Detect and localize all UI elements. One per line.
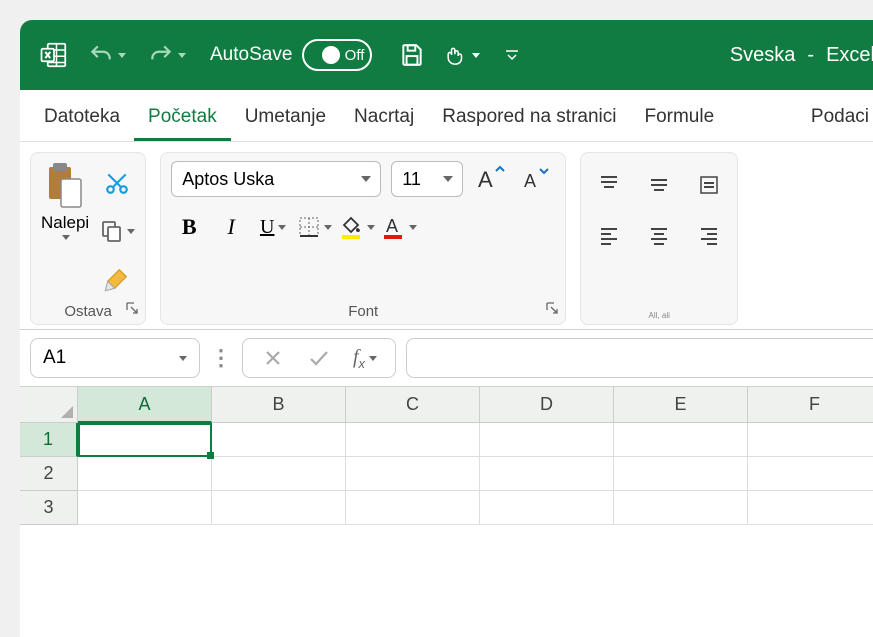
select-all-corner[interactable] (20, 387, 78, 423)
doc-name: Sveska (730, 44, 796, 67)
cell-b1[interactable] (212, 423, 346, 457)
customize-qat-button[interactable] (494, 37, 530, 73)
cell-f2[interactable] (748, 457, 873, 491)
formula-bar-separator: ⋮ (210, 345, 232, 371)
cell-f1[interactable] (748, 423, 873, 457)
formula-input[interactable] (406, 338, 873, 378)
alignment-group-label: All, ali (591, 305, 727, 322)
insert-function-button[interactable]: fx (347, 340, 383, 376)
font-color-button[interactable]: A (381, 209, 417, 245)
copy-button[interactable] (99, 213, 135, 249)
cell-d1[interactable] (480, 423, 614, 457)
name-box-value: A1 (43, 347, 66, 369)
toggle-knob-icon (322, 46, 340, 64)
row-header-3[interactable]: 3 (20, 491, 78, 525)
cell-f3[interactable] (748, 491, 873, 525)
cell-a3[interactable] (78, 491, 212, 525)
formula-bar-buttons: fx (242, 338, 396, 378)
cell-c3[interactable] (346, 491, 480, 525)
format-painter-button[interactable] (99, 261, 135, 297)
title-separator: - (807, 44, 814, 67)
borders-button[interactable] (297, 209, 333, 245)
cell-e2[interactable] (614, 457, 748, 491)
paste-button[interactable]: Nalepi (41, 161, 89, 240)
autosave-state: Off (345, 47, 365, 64)
cut-button[interactable] (99, 165, 135, 201)
col-header-f[interactable]: F (748, 387, 873, 423)
clipboard-dialog-launcher[interactable] (125, 301, 139, 320)
enter-formula-button[interactable] (301, 340, 337, 376)
ribbon: Nalepi Ostava (20, 142, 873, 330)
cancel-formula-button[interactable] (255, 340, 291, 376)
cell-b2[interactable] (212, 457, 346, 491)
touch-mode-button[interactable] (444, 37, 480, 73)
clipboard-group-label: Ostava (41, 297, 135, 322)
cell-c2[interactable] (346, 457, 480, 491)
increase-font-button[interactable]: A (473, 161, 509, 197)
tab-raspored[interactable]: Raspored na stranici (428, 94, 630, 141)
autosave-label: AutoSave (210, 44, 292, 66)
autosave-toggle[interactable]: AutoSave Off (210, 39, 372, 71)
cell-e1[interactable] (614, 423, 748, 457)
bold-button[interactable]: B (171, 209, 207, 245)
col-header-b[interactable]: B (212, 387, 346, 423)
save-button[interactable] (394, 37, 430, 73)
group-font: A A B I U (160, 152, 566, 325)
fill-color-button[interactable] (339, 209, 375, 245)
col-header-a[interactable]: A (78, 387, 212, 423)
titlebar: AutoSave Off Sveska - Excel (20, 20, 873, 90)
col-header-d[interactable]: D (480, 387, 614, 423)
tab-datoteka[interactable]: Datoteka (30, 94, 134, 141)
undo-button[interactable] (84, 38, 130, 72)
cell-e3[interactable] (614, 491, 748, 525)
svg-text:A: A (524, 171, 536, 191)
align-bottom-button[interactable] (691, 167, 727, 203)
tab-formule[interactable]: Formule (630, 94, 728, 141)
svg-text:A: A (478, 167, 493, 192)
cell-d3[interactable] (480, 491, 614, 525)
font-name-input[interactable] (171, 161, 381, 197)
align-middle-button[interactable] (641, 167, 677, 203)
cell-a2[interactable] (78, 457, 212, 491)
tab-podaci[interactable]: Podaci (797, 94, 873, 141)
font-name-select[interactable] (171, 161, 381, 197)
row-header-1[interactable]: 1 (20, 423, 78, 457)
column-headers: A B C D E F (78, 387, 873, 423)
cell-c1[interactable] (346, 423, 480, 457)
underline-button[interactable]: U (255, 209, 291, 245)
decrease-font-button[interactable]: A (519, 161, 555, 197)
align-left-button[interactable] (591, 217, 627, 253)
document-title: Sveska - Excel (730, 44, 873, 67)
tab-umetanje[interactable]: Umetanje (231, 94, 340, 141)
excel-logo-icon (38, 39, 70, 71)
align-right-button[interactable] (691, 217, 727, 253)
chevron-down-icon (179, 356, 187, 361)
col-header-c[interactable]: C (346, 387, 480, 423)
excel-window: AutoSave Off Sveska - Excel Datote (20, 20, 873, 637)
app-name: Excel (826, 44, 873, 67)
align-center-button[interactable] (641, 217, 677, 253)
font-dialog-launcher[interactable] (545, 301, 559, 320)
spreadsheet-grid: A B C D E F 1 2 (20, 387, 873, 525)
name-box[interactable]: A1 (30, 338, 200, 378)
formula-bar: A1 ⋮ fx (20, 330, 873, 387)
align-top-button[interactable] (591, 167, 627, 203)
font-size-select[interactable] (391, 161, 463, 197)
row-header-2[interactable]: 2 (20, 457, 78, 491)
paste-label: Nalepi (41, 213, 89, 233)
cell-b3[interactable] (212, 491, 346, 525)
cell-a1[interactable] (78, 423, 212, 457)
group-alignment: All, ali (580, 152, 738, 325)
tab-nacrtaj[interactable]: Nacrtaj (340, 94, 428, 141)
redo-button[interactable] (144, 38, 190, 72)
cell-d2[interactable] (480, 457, 614, 491)
svg-text:A: A (386, 216, 398, 236)
font-group-label: Font (171, 297, 555, 322)
font-size-input[interactable] (391, 161, 463, 197)
col-header-e[interactable]: E (614, 387, 748, 423)
italic-button[interactable]: I (213, 209, 249, 245)
ribbon-tabs: Datoteka Početak Umetanje Nacrtaj Raspor… (20, 90, 873, 142)
group-clipboard: Nalepi Ostava (30, 152, 146, 325)
tab-pocetak[interactable]: Početak (134, 94, 231, 141)
